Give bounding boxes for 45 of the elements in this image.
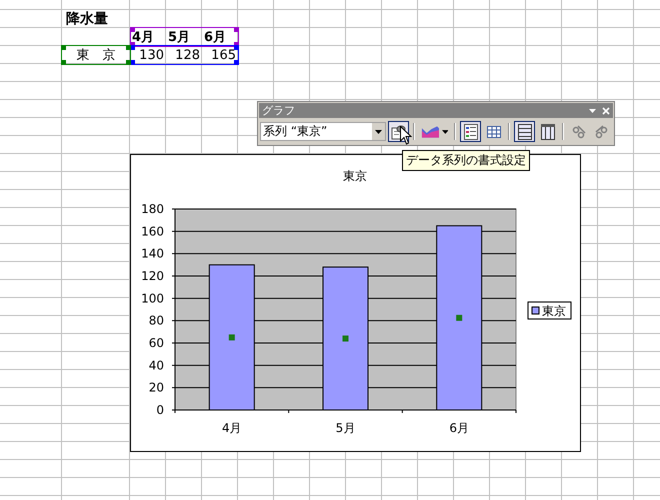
dropdown-arrow-icon [374,130,382,134]
toolbar-options-icon[interactable] [589,108,596,112]
table-cell-text: 130 [139,48,165,62]
chart-object-dropdown[interactable]: 系列 “東京” [260,122,386,141]
legend-icon [464,124,478,140]
y-tick-label: 0 [156,403,164,417]
legend-box[interactable] [528,302,572,320]
sheet-title: 降水量 [65,12,108,26]
angled-text-icon [572,124,586,138]
tooltip: データ系列の書式設定 [402,150,530,171]
mouse-pointer-icon [400,126,412,145]
rows-icon [518,124,532,140]
y-tick-label: 40 [148,358,164,372]
chart-title: 東京 [343,169,367,183]
y-tick-label: 160 [141,224,164,238]
row-label: 東 京 [76,48,116,62]
x-tick-label: 6月 [449,421,469,435]
y-tick-label: 180 [141,202,164,216]
toolbar-button[interactable] [460,121,482,142]
column-header: 4月 [131,30,154,44]
y-tick-label: 80 [148,314,164,328]
x-tick-label: 4月 [222,421,242,435]
y-tick-label: 20 [148,380,164,395]
close-icon[interactable] [602,106,610,114]
y-tick-label: 120 [141,269,164,283]
toolbar-title: グラフ [262,103,295,118]
bar[interactable] [322,266,368,410]
caret-icon [442,130,448,134]
column-header: 5月 [167,30,190,44]
y-tick-label: 60 [148,336,164,350]
bar[interactable] [436,225,482,410]
legend-label: 東京 [542,304,566,318]
area-chart-icon [420,124,440,140]
x-tick-label: 5月 [336,421,356,435]
table-cell-text: 128 [175,48,201,62]
toolbar-button[interactable] [514,121,536,142]
y-tick-label: 140 [141,246,164,261]
y-tick-label: 100 [141,291,164,306]
columns-icon [540,124,555,140]
column-header: 6月 [203,30,226,44]
grid-icon [486,126,501,138]
angled-text-icon [594,124,609,138]
table-cell-text: 165 [211,48,237,62]
bar[interactable] [208,264,255,410]
selection-markers[interactable] [228,314,462,342]
